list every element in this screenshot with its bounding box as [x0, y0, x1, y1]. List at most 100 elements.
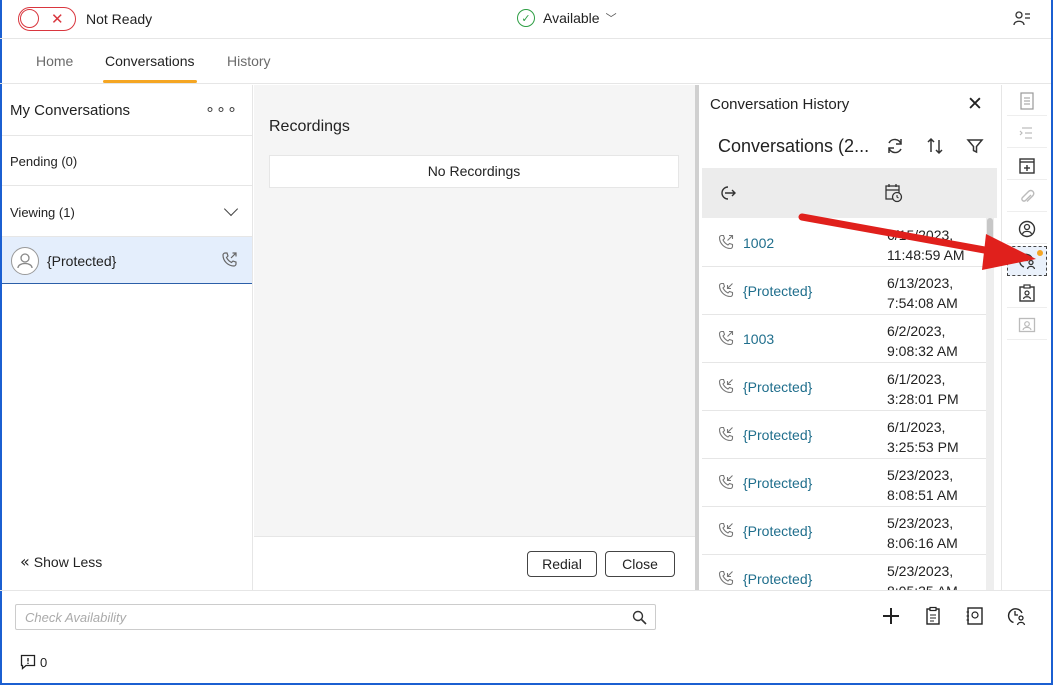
table-row[interactable]: {Protected} 5/23/2023, 8:05:35 AM: [702, 555, 986, 590]
table-row[interactable]: 1003 6/2/2023, 9:08:32 AM: [702, 315, 986, 363]
call-datetime: 5/23/2023, 8:08:51 AM: [887, 465, 958, 505]
viewing-section[interactable]: Viewing (1): [2, 186, 252, 237]
check-circle-icon: ✓: [517, 9, 535, 27]
call-time: 8:05:35 AM: [887, 583, 958, 590]
right-icon-rail: [1001, 85, 1049, 590]
caller-name[interactable]: {Protected}: [743, 475, 812, 491]
tab-home[interactable]: Home: [36, 53, 73, 69]
address-book-icon[interactable]: [965, 606, 985, 626]
chevron-down-icon[interactable]: [223, 201, 239, 217]
panel-title: My Conversations: [10, 102, 131, 119]
notifications-indicator[interactable]: 0: [20, 654, 47, 670]
recordings-empty-state: No Recordings: [269, 155, 679, 188]
schedule-rail-button[interactable]: [1007, 150, 1047, 180]
tab-conversations[interactable]: Conversations: [103, 53, 196, 83]
close-icon: ✕: [51, 10, 64, 28]
recordings-panel: Recordings No Recordings Redial Close: [254, 85, 696, 590]
case-rail-button[interactable]: [1007, 278, 1047, 308]
call-time: 3:28:01 PM: [887, 391, 959, 407]
direction-icon[interactable]: [718, 184, 736, 202]
notification-count: 0: [40, 654, 48, 670]
search-icon[interactable]: [632, 610, 647, 625]
history-panel-title: Conversation History: [710, 96, 850, 113]
refresh-icon[interactable]: [885, 136, 905, 156]
pending-section[interactable]: Pending (0): [2, 136, 252, 186]
inbound-call-icon: [718, 282, 734, 298]
clipboard-user-icon: [1019, 283, 1035, 302]
transcript-rail-button[interactable]: [1007, 118, 1047, 148]
show-less-label: Show Less: [33, 553, 103, 570]
outbound-call-icon: [222, 252, 237, 267]
call-date: 5/23/2023,: [887, 563, 954, 579]
show-less-button[interactable]: « Show Less: [20, 552, 102, 571]
caller-name[interactable]: {Protected}: [743, 571, 812, 587]
call-time: 3:25:53 PM: [887, 439, 959, 455]
call-datetime: 5/23/2023, 8:06:16 AM: [887, 513, 958, 553]
main-tabs: Home Conversations History: [0, 40, 1051, 84]
call-time: 8:06:16 AM: [887, 535, 958, 551]
table-row[interactable]: {Protected} 5/23/2023, 8:06:16 AM: [702, 507, 986, 555]
call-date: 6/1/2023,: [887, 419, 946, 435]
call-datetime: 5/23/2023, 8:05:35 AM: [887, 561, 958, 590]
history-user-icon[interactable]: [1007, 606, 1027, 626]
document-icon: [1020, 91, 1034, 110]
call-time: 7:54:08 AM: [887, 295, 958, 311]
inbound-call-icon: [718, 378, 734, 394]
my-conversations-panel: My Conversations ∘∘∘ Pending (0) Viewing…: [2, 85, 253, 590]
caller-name[interactable]: {Protected}: [743, 283, 812, 299]
availability-dropdown[interactable]: ✓ Available ﹀: [517, 9, 617, 27]
chevron-down-icon: ﹀: [605, 13, 617, 25]
calendar-add-icon: [1019, 157, 1035, 174]
id-card-icon: [1018, 317, 1036, 332]
call-time: 8:08:51 AM: [887, 487, 958, 503]
agent-status-label: Not Ready: [86, 11, 153, 27]
conversation-item[interactable]: {Protected}: [2, 237, 252, 284]
clipboard-icon[interactable]: [923, 606, 943, 626]
more-options-icon[interactable]: ∘∘∘: [205, 99, 238, 119]
annotation-arrow: [798, 213, 1036, 270]
search-input[interactable]: [25, 605, 625, 629]
sort-icon[interactable]: [925, 136, 945, 156]
caller-name[interactable]: {Protected}: [743, 523, 812, 539]
table-row[interactable]: {Protected} 5/23/2023, 8:08:51 AM: [702, 459, 986, 507]
toggle-knob: [20, 9, 39, 28]
call-date: 6/1/2023,: [887, 371, 946, 387]
double-chevron-left-icon: «: [20, 552, 30, 571]
not-ready-toggle[interactable]: ✕: [18, 7, 76, 31]
plus-icon[interactable]: [881, 606, 901, 626]
inbound-call-icon: [718, 570, 734, 586]
profile-rail-button[interactable]: [1007, 310, 1047, 340]
close-icon[interactable]: ✕: [967, 93, 983, 115]
caller-name[interactable]: {Protected}: [743, 379, 812, 395]
top-status-bar: ✕ Not Ready ✓ Available ﹀: [0, 0, 1051, 39]
avatar: [11, 247, 39, 275]
check-availability-search[interactable]: [15, 604, 656, 630]
call-time: 9:08:32 AM: [887, 343, 958, 359]
availability-label: Available: [543, 10, 600, 26]
outbound-call-icon: [718, 234, 734, 250]
action-bar: Redial Close: [254, 536, 696, 590]
call-date: 6/2/2023,: [887, 323, 946, 339]
conversations-count-title: Conversations (2...: [718, 136, 870, 156]
list-arrow-icon: [1019, 126, 1032, 139]
recordings-title: Recordings: [269, 118, 350, 135]
call-date: 5/23/2023,: [887, 467, 954, 483]
tab-history[interactable]: History: [227, 53, 271, 69]
call-date: 5/23/2023,: [887, 515, 954, 531]
call-datetime: 6/1/2023, 3:28:01 PM: [887, 369, 959, 409]
caller-name[interactable]: {Protected}: [743, 427, 812, 443]
caller-name[interactable]: 1003: [743, 331, 774, 347]
call-datetime: 6/2/2023, 9:08:32 AM: [887, 321, 958, 361]
table-row[interactable]: {Protected} 6/1/2023, 3:28:01 PM: [702, 363, 986, 411]
close-button[interactable]: Close: [605, 551, 675, 577]
table-row[interactable]: {Protected} 6/1/2023, 3:25:53 PM: [702, 411, 986, 459]
alert-message-icon: [20, 654, 36, 670]
redial-button[interactable]: Redial: [527, 551, 597, 577]
notes-rail-button[interactable]: [1007, 86, 1047, 116]
caller-name[interactable]: 1002: [743, 235, 774, 251]
person-icon: [17, 253, 33, 269]
filter-icon[interactable]: [965, 136, 985, 156]
inbound-call-icon: [718, 474, 734, 490]
user-settings-icon[interactable]: [1013, 10, 1031, 28]
outbound-call-icon: [718, 330, 734, 346]
